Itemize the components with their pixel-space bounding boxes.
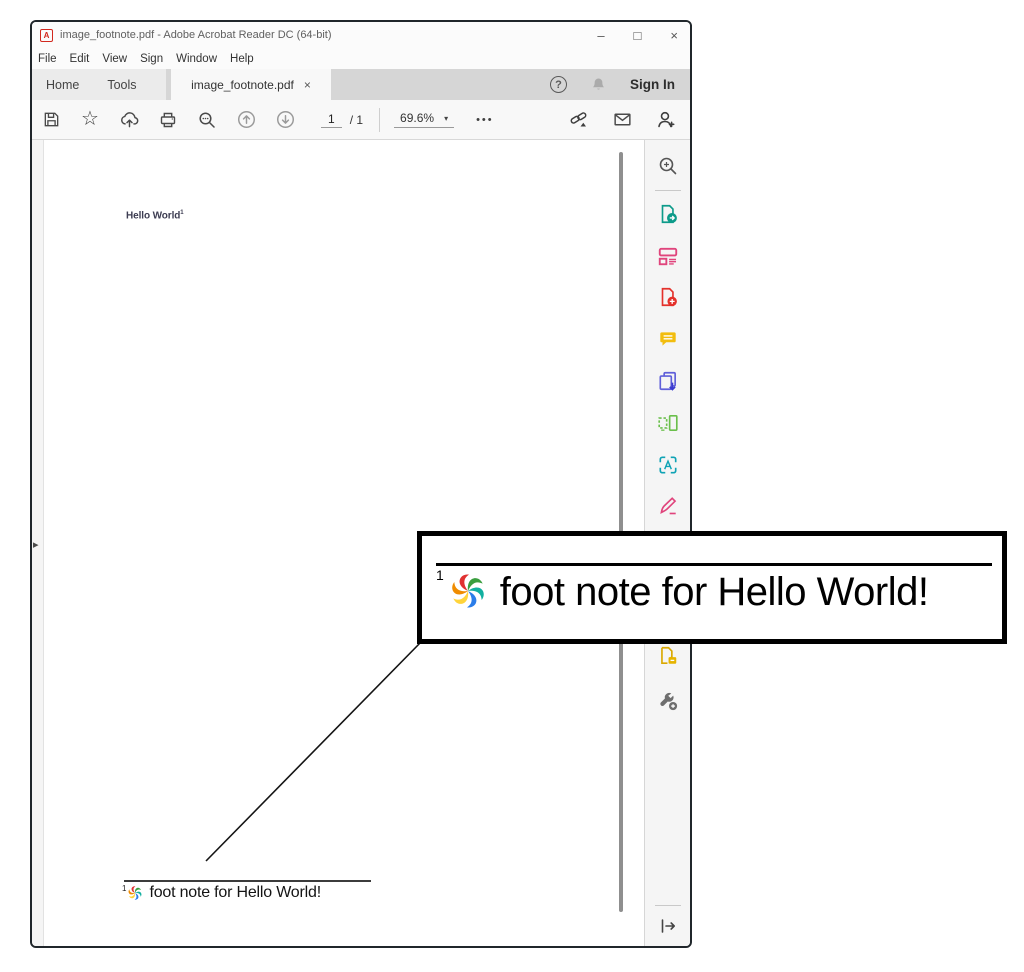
tab-close-icon[interactable]: × [304, 78, 311, 92]
close-button[interactable]: × [670, 29, 678, 42]
more-tools-wrench-icon[interactable] [656, 689, 680, 713]
window-title: image_footnote.pdf - Adobe Acrobat Reade… [60, 29, 332, 41]
tab-bar: Home Tools image_footnote.pdf × ? Sign I… [32, 69, 690, 100]
sign-in-person-icon[interactable] [655, 109, 676, 130]
scan-ocr-icon[interactable] [656, 453, 680, 477]
footnote-rule [124, 880, 371, 882]
toolbar: ☆ 1 / 1 69.6% ▾ ••• [32, 100, 690, 140]
bell-icon[interactable] [590, 76, 607, 93]
print-icon[interactable] [157, 109, 179, 131]
tab-tools[interactable]: Tools [93, 69, 150, 100]
tab-document-label: image_footnote.pdf [191, 78, 294, 92]
chevron-down-icon: ▾ [444, 114, 448, 123]
request-esignatures-icon[interactable] [656, 644, 680, 668]
minimize-button[interactable]: – [597, 29, 604, 42]
search-tool-icon[interactable] [656, 154, 680, 178]
export-pdf-icon[interactable] [656, 202, 680, 226]
tab-document[interactable]: image_footnote.pdf × [171, 69, 331, 100]
page-total-label: / 1 [350, 113, 363, 127]
menu-edit[interactable]: Edit [70, 53, 90, 65]
maximize-button[interactable]: □ [634, 29, 642, 42]
next-page-icon[interactable] [274, 109, 296, 131]
footnote-text: foot note for Hello World! [149, 884, 320, 902]
comment-icon[interactable] [656, 327, 680, 351]
zoom-value: 69.6% [400, 111, 434, 125]
page-number-input[interactable]: 1 [321, 112, 342, 128]
menubar: File Edit View Sign Window Help [32, 48, 690, 69]
combine-files-icon[interactable] [656, 369, 680, 393]
tab-home[interactable]: Home [32, 69, 93, 100]
more-tools-ellipsis[interactable]: ••• [476, 114, 494, 126]
footnote-row: 1 foot note for Hello World! [122, 884, 321, 902]
expand-panel-icon[interactable] [656, 914, 680, 938]
star-favorite-icon[interactable]: ☆ [79, 108, 101, 130]
zoom-level-dropdown[interactable]: 69.6% ▾ [394, 111, 454, 128]
menu-file[interactable]: File [38, 53, 57, 65]
spiral-image-icon [126, 884, 144, 902]
previous-page-icon[interactable] [235, 109, 257, 131]
marquee-zoom-icon[interactable] [196, 109, 218, 131]
left-panel-strip: ▸ [32, 140, 44, 946]
create-pdf-icon[interactable] [656, 285, 680, 309]
toolbar-divider [379, 108, 380, 132]
callout-footnote-rule [436, 563, 992, 566]
save-icon[interactable] [40, 109, 62, 131]
callout-spiral-image-icon [446, 569, 490, 613]
menu-sign[interactable]: Sign [140, 53, 163, 65]
email-icon[interactable] [612, 109, 633, 130]
panel-divider-bottom [655, 905, 681, 906]
share-link-icon[interactable] [568, 109, 590, 131]
footnote-callout: 1 foot note for Hello World! [417, 531, 1007, 644]
acrobat-window: A image_footnote.pdf - Adobe Acrobat Rea… [30, 20, 692, 948]
menu-view[interactable]: View [102, 53, 127, 65]
fill-sign-icon[interactable] [656, 494, 680, 518]
titlebar: A image_footnote.pdf - Adobe Acrobat Rea… [32, 22, 690, 48]
expand-left-panel-icon[interactable]: ▸ [33, 538, 39, 551]
adobe-pdf-icon: A [40, 29, 53, 42]
callout-footnote-text: foot note for Hello World! [500, 569, 929, 615]
document-heading: Hello World1 [126, 210, 184, 221]
menu-window[interactable]: Window [176, 53, 217, 65]
help-icon[interactable]: ? [550, 76, 567, 93]
menu-help[interactable]: Help [230, 53, 254, 65]
panel-divider [655, 190, 681, 191]
edit-pdf-icon[interactable] [656, 244, 680, 268]
callout-footnote-marker: 1 [436, 567, 444, 583]
sign-in-button[interactable]: Sign In [630, 77, 675, 92]
upload-cloud-icon[interactable] [118, 109, 140, 131]
organize-pages-icon[interactable] [656, 411, 680, 435]
